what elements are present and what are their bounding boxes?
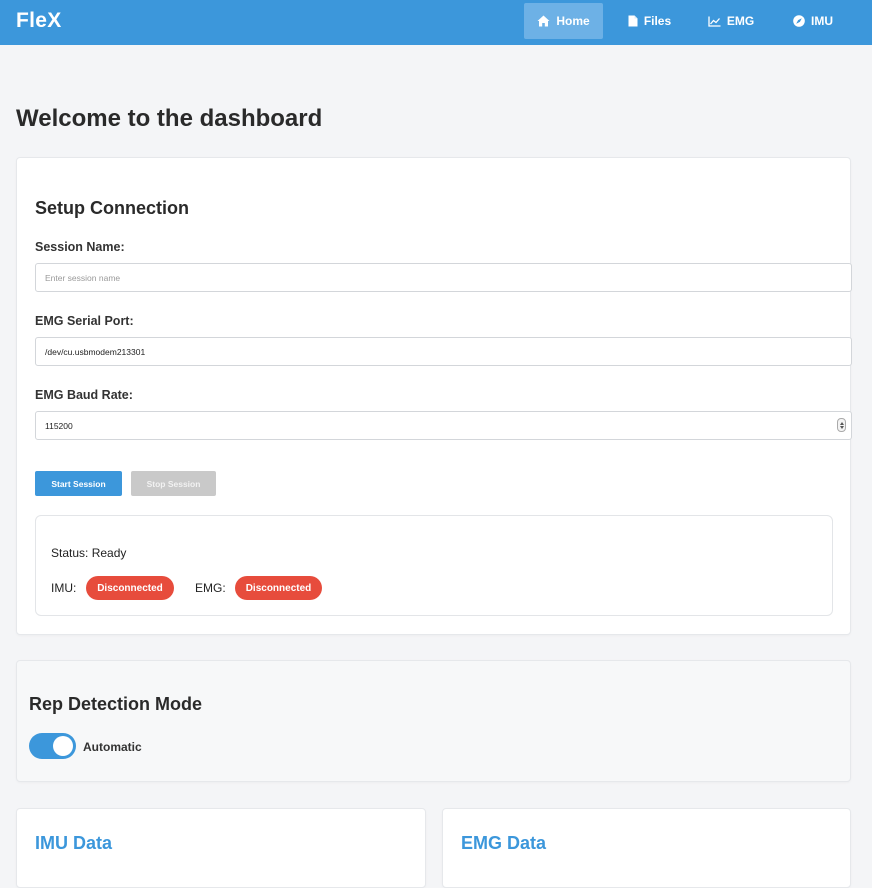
rep-detection-toggle-label: Automatic xyxy=(83,740,142,754)
rep-detection-toggle[interactable] xyxy=(29,733,76,759)
baud-rate-label: EMG Baud Rate: xyxy=(35,388,133,402)
emg-status-badge: Disconnected xyxy=(235,576,322,600)
nav-home-label: Home xyxy=(556,14,590,28)
stepper-down-icon xyxy=(839,425,844,429)
chart-line-icon xyxy=(708,16,721,27)
baud-rate-input[interactable] xyxy=(35,411,852,440)
nav-imu-label: IMU xyxy=(811,14,833,28)
session-name-label: Session Name: xyxy=(35,240,125,254)
nav-files[interactable]: Files xyxy=(618,3,681,39)
imu-data-card: IMU Data xyxy=(16,808,426,888)
emg-data-title: EMG Data xyxy=(461,833,547,853)
setup-connection-card: Setup Connection Session Name: EMG Seria… xyxy=(16,157,852,635)
nav-home[interactable]: Home xyxy=(524,3,603,39)
imu-status-badge: Disconnected xyxy=(86,576,174,600)
serial-port-input[interactable] xyxy=(35,337,852,366)
nav-emg[interactable]: EMG xyxy=(698,3,764,39)
emg-status-label: EMG: xyxy=(195,581,226,595)
number-stepper[interactable] xyxy=(837,418,846,432)
imu-data-title: IMU Data xyxy=(35,833,113,853)
nav-files-label: Files xyxy=(643,14,672,28)
serial-port-label: EMG Serial Port: xyxy=(35,314,134,328)
stepper-up-icon xyxy=(839,421,844,425)
top-navbar: FleX Home Files EMG IMU xyxy=(0,0,872,45)
setup-connection-title: Setup Connection xyxy=(35,198,189,218)
rep-detection-title: Rep Detection Mode xyxy=(29,694,203,714)
status-text: Status: Ready xyxy=(51,546,127,560)
status-panel: Status: Ready IMU: Disconnected EMG: Dis… xyxy=(35,515,833,616)
page-title: Welcome to the dashboard xyxy=(16,105,323,132)
nav-imu[interactable]: IMU xyxy=(782,3,844,39)
baud-rate-field xyxy=(35,411,852,440)
start-session-button[interactable]: Start Session xyxy=(35,471,122,496)
brand-logo[interactable]: FleX xyxy=(16,9,62,33)
session-name-input[interactable] xyxy=(35,263,852,292)
rep-detection-card: Rep Detection Mode Automatic xyxy=(16,660,851,782)
stop-session-button[interactable]: Stop Session xyxy=(131,471,216,496)
imu-status-label: IMU: xyxy=(51,581,77,595)
emg-data-card: EMG Data xyxy=(442,808,851,888)
file-icon xyxy=(628,15,638,27)
nav-emg-label: EMG xyxy=(726,14,755,28)
home-icon xyxy=(537,15,550,27)
compass-icon xyxy=(793,15,805,27)
toggle-knob xyxy=(53,736,73,756)
